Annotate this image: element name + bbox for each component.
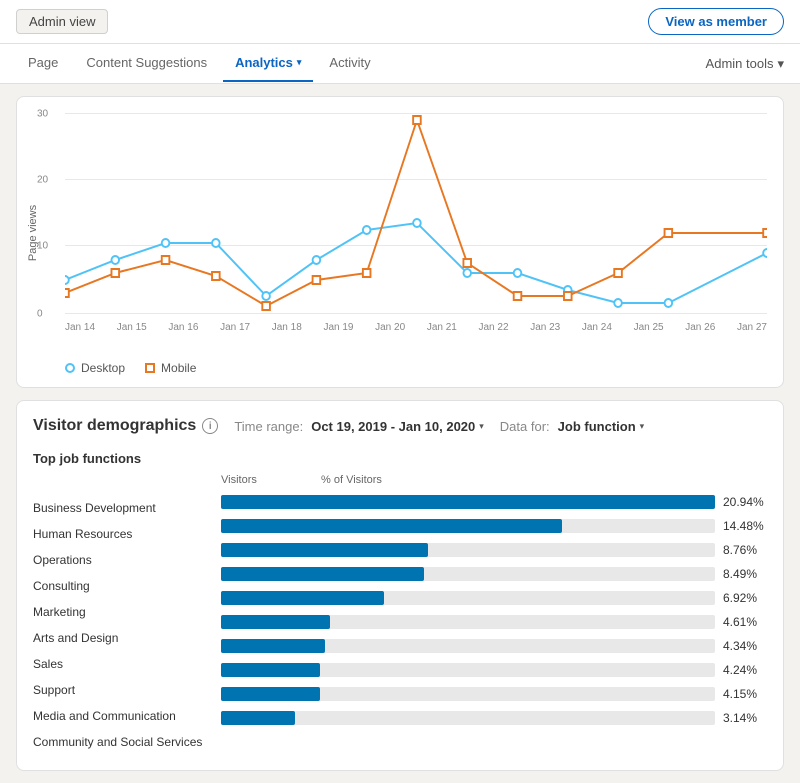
legend-mobile: Mobile: [145, 361, 196, 375]
bar-row-consulting: 8.49%: [213, 562, 767, 586]
main-content: Page views 30 20 10 0: [0, 84, 800, 783]
bar-row-arts-design: 4.61%: [213, 610, 767, 634]
line-chart-svg: [65, 113, 767, 313]
x-labels: Jan 14 Jan 15 Jan 16 Jan 17 Jan 18 Jan 1…: [65, 322, 767, 333]
view-as-member-button[interactable]: View as member: [648, 8, 784, 35]
desktop-legend-icon: [65, 363, 75, 373]
bars-section: Visitors % of Visitors 20.94% 14.48% 8.7…: [213, 474, 767, 754]
admin-view-badge: Admin view: [16, 9, 108, 34]
demographics-title: Visitor demographics i: [33, 417, 218, 435]
bar-row-human-resources: 14.48%: [213, 514, 767, 538]
bar-row-business-development: 20.94%: [213, 490, 767, 514]
time-range-filter[interactable]: Time range: Oct 19, 2019 - Jan 10, 2020 …: [234, 419, 483, 434]
label-arts-and-design: Arts and Design: [33, 626, 213, 650]
bar-row-support: 4.24%: [213, 658, 767, 682]
chart-container: Page views 30 20 10 0: [33, 113, 767, 353]
tab-analytics[interactable]: Analytics ▾: [223, 45, 313, 82]
label-support: Support: [33, 678, 213, 702]
label-operations: Operations: [33, 548, 213, 572]
label-consulting: Consulting: [33, 574, 213, 598]
bars-header: Visitors % of Visitors: [213, 474, 767, 486]
chart-inner: 30 20 10 0: [65, 113, 767, 333]
legend-desktop: Desktop: [65, 361, 125, 375]
info-icon[interactable]: i: [202, 418, 218, 434]
nav-tabs: Page Content Suggestions Analytics ▾ Act…: [16, 45, 383, 82]
bar-row-community-social: 3.14%: [213, 706, 767, 730]
bar-row-media-communication: 4.15%: [213, 682, 767, 706]
tab-page[interactable]: Page: [16, 45, 70, 82]
label-marketing: Marketing: [33, 600, 213, 624]
nav-bar: Page Content Suggestions Analytics ▾ Act…: [0, 44, 800, 84]
label-community-social: Community and Social Services: [33, 730, 213, 754]
chart-legend: Desktop Mobile: [65, 361, 767, 375]
bar-row-marketing: 6.92%: [213, 586, 767, 610]
label-media-communication: Media and Communication: [33, 704, 213, 728]
y-axis-label: Page views: [27, 205, 39, 261]
demographics-card: Visitor demographics i Time range: Oct 1…: [16, 400, 784, 771]
label-business-development: Business Development: [33, 496, 213, 520]
tab-activity[interactable]: Activity: [317, 45, 382, 82]
job-function-labels: Business Development Human Resources Ope…: [33, 474, 213, 754]
demographics-header: Visitor demographics i Time range: Oct 1…: [33, 417, 767, 435]
demographics-body: Business Development Human Resources Ope…: [33, 474, 767, 754]
data-for-filter[interactable]: Data for: Job function ▾: [500, 419, 644, 434]
top-bar: Admin view View as member: [0, 0, 800, 44]
bar-row-sales: 4.34%: [213, 634, 767, 658]
tab-content-suggestions[interactable]: Content Suggestions: [74, 45, 219, 82]
chart-card: Page views 30 20 10 0: [16, 96, 784, 388]
bar-row-operations: 8.76%: [213, 538, 767, 562]
chevron-down-icon: ▾: [479, 421, 484, 432]
label-human-resources: Human Resources: [33, 522, 213, 546]
chevron-down-icon: ▾: [777, 56, 784, 72]
section-title: Top job functions: [33, 451, 767, 466]
chevron-down-icon: ▾: [640, 421, 645, 432]
mobile-legend-icon: [145, 363, 155, 373]
admin-tools-menu[interactable]: Admin tools ▾: [706, 56, 784, 72]
label-sales: Sales: [33, 652, 213, 676]
chevron-down-icon: ▾: [297, 57, 302, 68]
